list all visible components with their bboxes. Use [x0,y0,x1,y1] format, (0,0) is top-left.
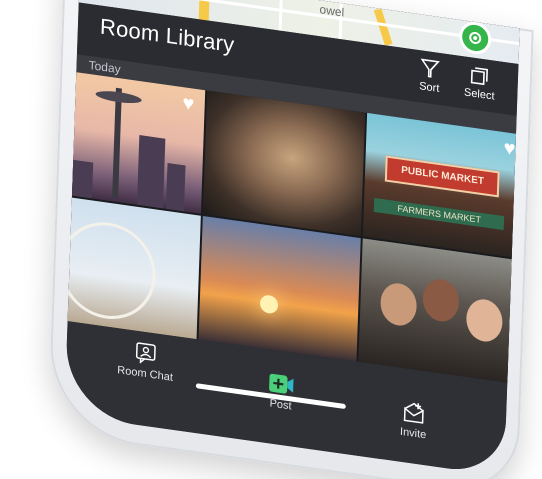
invite-envelope-icon [403,402,424,424]
photo-group-selfie[interactable] [358,238,520,385]
sun-shape [259,294,279,315]
person-face [466,297,504,344]
map-road [198,0,210,21]
favorite-heart-icon[interactable]: ♥ [503,137,516,161]
person-face [380,281,418,328]
invite-tab[interactable]: Invite [383,397,444,443]
select-button[interactable]: Select [457,62,502,104]
phone-device: owel Room Library Sort Select Today ♥ PU… [47,0,536,479]
favorite-heart-icon[interactable]: ♥ [182,92,195,116]
building [136,135,166,209]
sort-button[interactable]: Sort [407,55,452,97]
building [165,163,186,212]
person-face [422,276,460,324]
map-street [278,0,283,31]
chat-person-icon [135,342,156,364]
select-stack-icon [470,67,488,86]
room-chat-tab[interactable]: Room Chat [110,337,181,385]
location-pin-icon[interactable] [458,19,492,57]
farmers-market-sign: FARMERS MARKET [374,197,505,231]
filter-funnel-icon [420,58,440,78]
sort-label: Sort [418,80,440,95]
photo-space-needle[interactable]: ♥ [64,67,205,214]
stage: owel Room Library Sort Select Today ♥ PU… [0,0,542,479]
photo-abstract-light[interactable] [202,90,366,237]
select-label: Select [463,86,495,103]
photo-sunset-harbor[interactable] [198,215,362,362]
photo-public-market[interactable]: PUBLIC MARKET FARMERS MARKET ♥ [363,112,520,259]
phone-screen: owel Room Library Sort Select Today ♥ PU… [64,0,520,477]
room-chat-label: Room Chat [117,364,174,384]
space-needle-tower [112,87,122,199]
invite-label: Invite [399,425,427,442]
ferris-wheel-shape [64,216,158,326]
photo-ferris-wheel[interactable] [64,193,201,340]
market-sign: PUBLIC MARKET [385,155,500,198]
